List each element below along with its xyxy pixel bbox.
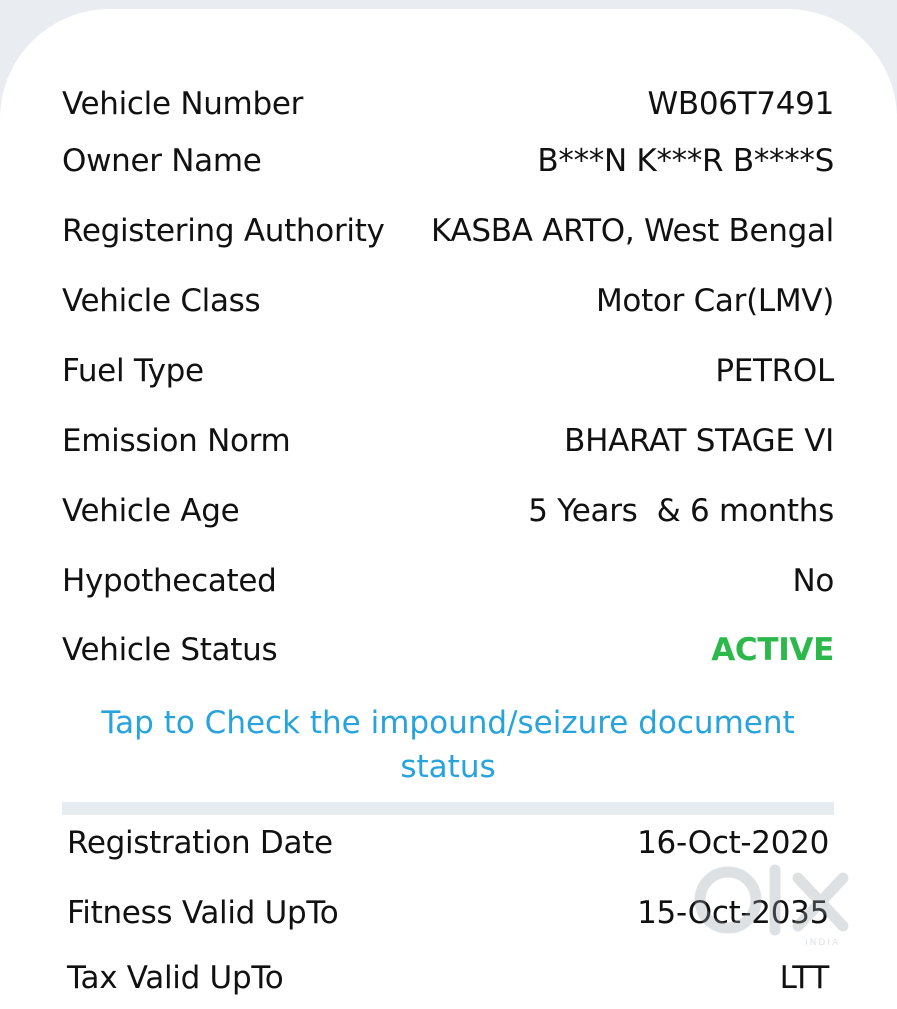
registering-authority-value: KASBA ARTO, West Bengal: [431, 213, 834, 249]
vehicle-details-card: Vehicle Number WB06T7491 Owner Name B***…: [0, 9, 897, 1009]
owner-name-value: B***N K***R B****S: [537, 143, 834, 179]
vehicle-class-label: Vehicle Class: [62, 283, 261, 319]
vehicle-status-row: Vehicle Status ACTIVE: [62, 628, 834, 672]
vehicle-status-badge: ACTIVE: [711, 632, 834, 668]
registration-date-value: 16-Oct-2020: [637, 825, 829, 861]
hypothecated-row: Hypothecated No: [62, 559, 834, 603]
hypothecated-label: Hypothecated: [62, 563, 277, 599]
vehicle-number-row: Vehicle Number WB06T7491: [62, 82, 834, 126]
fitness-valid-label: Fitness Valid UpTo: [67, 895, 339, 931]
vehicle-age-row: Vehicle Age 5 Years & 6 months: [62, 489, 834, 533]
section-divider: [62, 802, 834, 815]
vehicle-age-value: 5 Years & 6 months: [528, 493, 834, 529]
vehicle-class-row: Vehicle Class Motor Car(LMV): [62, 279, 834, 323]
registering-authority-label: Registering Authority: [62, 213, 385, 249]
fuel-type-value: PETROL: [715, 353, 834, 389]
vehicle-class-value: Motor Car(LMV): [595, 283, 834, 319]
impound-link-line1: Tap to Check the impound/seizure documen…: [101, 705, 795, 741]
emission-norm-row: Emission Norm BHARAT STAGE VI: [62, 419, 834, 463]
impound-status-link[interactable]: Tap to Check the impound/seizure documen…: [62, 701, 834, 789]
impound-link-line2: status: [400, 749, 496, 785]
fitness-valid-row: Fitness Valid UpTo 15-Oct-2035: [67, 891, 829, 935]
emission-norm-value: BHARAT STAGE VI: [564, 423, 834, 459]
hypothecated-value: No: [792, 563, 834, 599]
vehicle-number-label: Vehicle Number: [62, 86, 304, 122]
registration-date-row: Registration Date 16-Oct-2020: [67, 821, 829, 865]
fuel-type-row: Fuel Type PETROL: [62, 349, 834, 393]
emission-norm-label: Emission Norm: [62, 423, 291, 459]
vehicle-number-value: WB06T7491: [647, 86, 835, 122]
fuel-type-label: Fuel Type: [62, 353, 204, 389]
registering-authority-row: Registering Authority KASBA ARTO, West B…: [62, 209, 834, 253]
tax-valid-label: Tax Valid UpTo: [67, 960, 284, 996]
fitness-valid-value: 15-Oct-2035: [637, 895, 829, 931]
registration-date-label: Registration Date: [67, 825, 333, 861]
owner-name-label: Owner Name: [62, 143, 262, 179]
tax-valid-row: Tax Valid UpTo LTT: [67, 956, 829, 1000]
tax-valid-value: LTT: [779, 960, 830, 996]
owner-name-row: Owner Name B***N K***R B****S: [62, 139, 834, 183]
vehicle-status-label: Vehicle Status: [62, 632, 278, 668]
vehicle-age-label: Vehicle Age: [62, 493, 240, 529]
